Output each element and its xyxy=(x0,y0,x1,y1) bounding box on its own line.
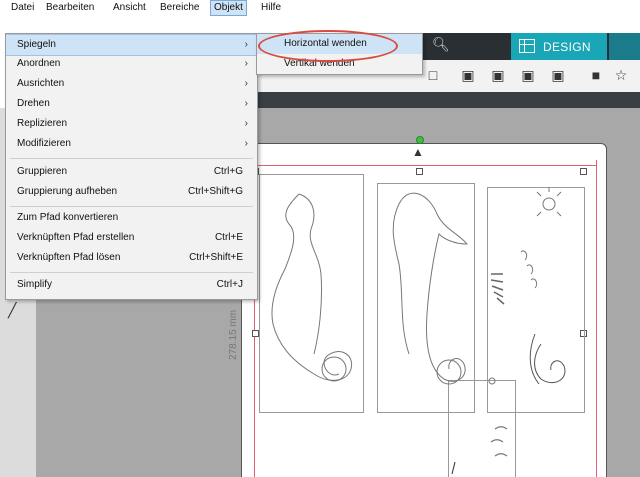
menu-item-simplify[interactable]: Simplify Ctrl+J xyxy=(6,275,257,295)
menu-item-spiegeln[interactable]: Spiegeln › xyxy=(6,34,257,56)
arrow-up-icon[interactable]: ▲ xyxy=(412,146,424,158)
chevron-right-icon: › xyxy=(244,58,248,69)
zoom-icon[interactable]: 🔍︎▾ xyxy=(432,36,452,68)
next-tab[interactable] xyxy=(609,33,640,60)
pen-icon[interactable]: ╱ xyxy=(8,302,16,319)
release-icon[interactable]: ▣ xyxy=(549,66,567,84)
highlight-annotation xyxy=(258,30,398,62)
menu-hilfe[interactable]: Hilfe xyxy=(258,1,284,15)
menu-item-ausrichten[interactable]: Ausrichten › xyxy=(6,74,257,94)
chevron-right-icon: › xyxy=(244,98,248,109)
menu-item-verknuepften-pfad-loesen[interactable]: Verknüpften Pfad lösen Ctrl+Shift+E xyxy=(6,248,257,268)
selection-handle-left[interactable] xyxy=(252,330,259,337)
menu-item-replizieren[interactable]: Replizieren › xyxy=(6,114,257,134)
shapes-icon[interactable]: ■ xyxy=(587,66,605,84)
panel-header xyxy=(256,92,640,108)
menu-bereiche[interactable]: Bereiche xyxy=(157,1,202,15)
seahorse-left-shape xyxy=(271,193,353,381)
compound-icon[interactable]: ▣ xyxy=(519,66,537,84)
design-artwork xyxy=(271,187,566,475)
menu-separator xyxy=(10,206,253,207)
chevron-right-icon: › xyxy=(244,39,248,50)
menu-datei[interactable]: Datei xyxy=(8,1,37,15)
menu-ansicht[interactable]: Ansicht xyxy=(110,1,149,15)
chevron-right-icon: › xyxy=(244,78,248,89)
menu-item-gruppierung-aufheben[interactable]: Gruppierung aufheben Ctrl+Shift+G xyxy=(6,182,257,202)
seahorse-middle-shape xyxy=(392,192,469,382)
menu-item-verknuepften-pfad-erstellen[interactable]: Verknüpften Pfad erstellen Ctrl+E xyxy=(6,228,257,248)
rotation-handle[interactable] xyxy=(416,136,424,144)
cut-border-right xyxy=(596,160,597,477)
objekt-menu: Spiegeln › Anordnen › Ausrichten › Drehen › … xyxy=(5,33,258,300)
ungroup-icon[interactable]: ▣ xyxy=(489,66,507,84)
dimension-label: 278.15 mm xyxy=(228,309,239,360)
menu-item-drehen[interactable]: Drehen › xyxy=(6,94,257,114)
menu-item-modifizieren[interactable]: Modifizieren › xyxy=(6,134,257,154)
design-tab-label: DESIGN xyxy=(543,40,591,54)
menu-item-zum-pfad-konvertieren[interactable]: Zum Pfad konvertieren xyxy=(6,208,257,228)
menu-separator xyxy=(10,272,253,273)
chevron-right-icon: › xyxy=(244,138,248,149)
menu-separator xyxy=(10,158,253,159)
star-icon[interactable]: ☆ xyxy=(612,66,630,84)
menu-bar: Datei Bearbeiten Ansicht Bereiche Objekt… xyxy=(0,0,640,16)
menu-item-anordnen[interactable]: Anordnen › xyxy=(6,54,257,74)
menu-objekt[interactable]: Objekt xyxy=(210,0,247,16)
transform-icon[interactable]: □ xyxy=(424,66,442,84)
menu-bearbeiten[interactable]: Bearbeiten xyxy=(43,1,97,15)
chevron-right-icon: › xyxy=(244,118,248,129)
group-icon[interactable]: ▣ xyxy=(459,66,477,84)
app-window: Datei Bearbeiten Ansicht Bereiche Objekt… xyxy=(0,0,640,477)
menu-item-gruppieren[interactable]: Gruppieren Ctrl+G xyxy=(6,162,257,182)
cut-border-top xyxy=(254,165,597,166)
design-tab[interactable]: DESIGN xyxy=(511,33,607,60)
design-grid-icon xyxy=(519,39,535,53)
